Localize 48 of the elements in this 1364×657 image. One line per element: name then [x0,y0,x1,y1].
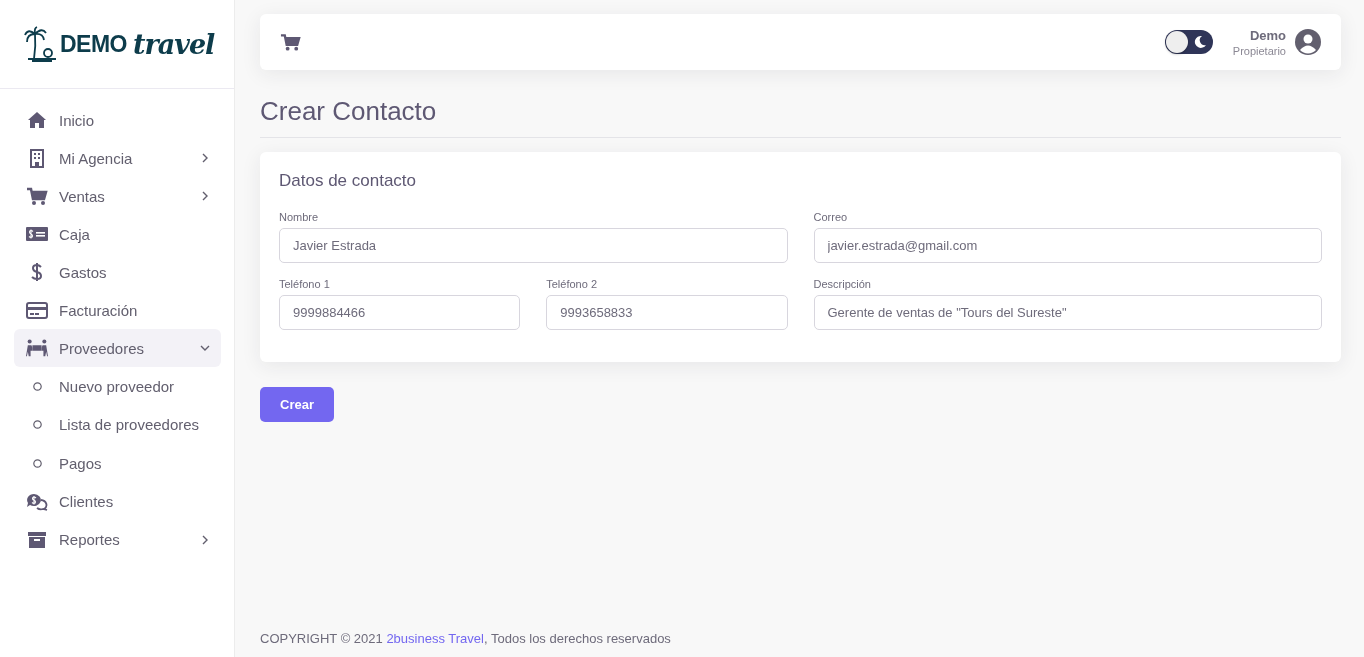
text-field[interactable]: 9999884466 [279,295,521,330]
text-field[interactable]: Gerente de ventas de "Tours del Sureste" [813,295,1322,330]
text-field[interactable]: Javier Estrada [279,228,788,263]
cart-icon[interactable] [280,32,301,52]
logo-wordmark: DEMO [60,30,127,58]
sidebar-item[interactable]: Proveedores [14,329,221,367]
card-title: Datos de contacto [279,171,418,191]
field-label: Descripción [813,278,872,290]
logo-script-text: travel [133,28,215,60]
user-avatar-icon[interactable] [1295,29,1321,55]
create-button[interactable]: Crear [260,387,334,422]
sidebar-item[interactable]: Facturación [14,291,221,329]
sidebar-item[interactable]: Clientes [14,482,221,521]
dark-mode-toggle[interactable] [1164,30,1213,54]
archive-box-icon [27,530,47,549]
sidebar-item[interactable]: Reportes [14,520,221,559]
user-role: Propietario [1232,44,1286,57]
circle-icon [32,381,42,391]
field-label: Nombre [279,211,320,223]
field-label: Teléfono 1 [279,278,331,290]
sidebar-item[interactable]: Caja [14,215,221,253]
dollar-icon [30,262,44,282]
company-link[interactable]: 2business Travel [386,631,484,646]
building-icon [29,148,45,168]
user-name: Demo [1249,27,1286,43]
cash-bill-icon [26,227,48,241]
moon-icon [1192,35,1207,49]
page-title: Crear Contacto [260,96,1341,138]
copyright-text: COPYRIGHT © 2021 2business Travel, Todos los derechos reservados [260,631,672,648]
sidebar-item[interactable]: Gastos [14,253,221,291]
credit-card-icon [26,301,48,319]
people-carrying-box-icon [26,338,48,358]
circle-icon [32,420,42,430]
chat-dollar-icon [26,492,48,511]
field-label: Correo [813,211,849,223]
submenu-item[interactable]: Nuevo proveedor [14,367,221,406]
sidebar-item[interactable]: Ventas [14,177,221,215]
field-label: Teléfono 2 [546,278,598,290]
cart-icon [26,186,48,206]
sidebar-item[interactable]: Mi Agencia [14,139,221,177]
submenu-item[interactable]: Pagos [14,444,221,483]
palm-tree-icon [24,26,58,62]
submenu-item[interactable]: Lista de proveedores [14,405,221,444]
circle-icon [32,458,42,468]
text-field[interactable]: javier.estrada@gmail.com [813,228,1322,263]
text-field[interactable]: 9993658833 [546,295,788,330]
sidebar-item[interactable]: Inicio [14,101,221,139]
home-icon [27,111,47,129]
